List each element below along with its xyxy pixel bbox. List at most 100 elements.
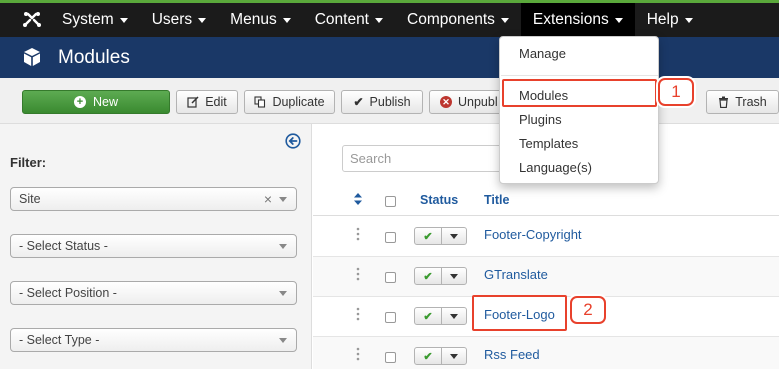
extensions-dropdown-menu: Manage Modules Plugins Templates Languag… — [499, 36, 659, 184]
row-checkbox[interactable] — [385, 352, 396, 363]
position-select-value: - Select Position - — [19, 286, 117, 300]
chevron-down-icon — [450, 273, 458, 279]
site-select-value: Site — [19, 192, 41, 206]
trash-icon — [719, 96, 729, 108]
footer-logo-highlight-box — [472, 295, 567, 331]
type-select[interactable]: - Select Type - — [10, 328, 297, 352]
row-checkbox[interactable] — [385, 272, 396, 283]
status-dropdown[interactable] — [442, 348, 466, 364]
menu-item-languages[interactable]: Language(s) — [519, 160, 592, 175]
site-select[interactable]: Site × — [10, 187, 297, 211]
x-circle-icon: ✕ — [440, 96, 452, 108]
unpublish-button[interactable]: ✕ Unpubl — [429, 90, 503, 114]
drag-handle-icon[interactable] — [356, 347, 360, 361]
column-title[interactable]: Title — [484, 193, 509, 207]
status-dropdown[interactable] — [442, 308, 466, 324]
chevron-down-icon — [119, 17, 128, 23]
row-checkbox[interactable] — [385, 312, 396, 323]
trash-button-label: Trash — [735, 95, 767, 109]
published-check-icon[interactable]: ✔ — [415, 308, 442, 324]
callout-badge-2: 2 — [570, 296, 606, 324]
menu-item-plugins[interactable]: Plugins — [519, 112, 562, 127]
menu-item-manage[interactable]: Manage — [519, 46, 566, 61]
page-title: Modules — [58, 47, 130, 68]
menu-item-templates[interactable]: Templates — [519, 136, 578, 151]
chevron-down-icon — [279, 197, 287, 202]
top-navbar: System Users Menus Content Components Ex… — [0, 0, 779, 37]
publish-button[interactable]: ✔ Publish — [341, 90, 423, 114]
status-toggle[interactable]: ✔ — [414, 307, 467, 325]
nav-system[interactable]: System — [50, 3, 140, 37]
edit-icon — [187, 96, 199, 108]
status-dropdown[interactable] — [442, 268, 466, 284]
joomla-logo-icon[interactable] — [22, 10, 42, 30]
edit-button-label: Edit — [205, 95, 227, 109]
check-icon: ✔ — [353, 95, 364, 109]
chevron-down-icon — [450, 233, 458, 239]
published-check-icon[interactable]: ✔ — [415, 228, 442, 244]
nav-components[interactable]: Components — [395, 3, 521, 37]
copy-icon — [254, 96, 266, 108]
unpublish-button-label: Unpubl — [458, 95, 498, 109]
duplicate-button[interactable]: Duplicate — [244, 90, 335, 114]
nav-components-label: Components — [407, 11, 495, 28]
filter-sidebar: Filter: Site × - Select Status - - Selec… — [0, 124, 312, 369]
chevron-down-icon — [198, 17, 207, 23]
status-select[interactable]: - Select Status - — [10, 234, 297, 258]
nav-extensions-label: Extensions — [532, 11, 609, 28]
nav-users[interactable]: Users — [140, 3, 218, 37]
row-checkbox[interactable] — [385, 232, 396, 243]
column-status[interactable]: Status — [420, 193, 458, 207]
chevron-down-icon — [684, 17, 693, 23]
trash-button[interactable]: Trash — [706, 90, 779, 114]
status-dropdown[interactable] — [442, 228, 466, 244]
page-header: Modules — [0, 37, 779, 78]
status-toggle[interactable]: ✔ — [414, 227, 467, 245]
published-check-icon[interactable]: ✔ — [415, 268, 442, 284]
clear-icon[interactable]: × — [264, 191, 272, 207]
status-toggle[interactable]: ✔ — [414, 347, 467, 365]
drag-handle-icon[interactable] — [356, 267, 360, 281]
filter-label: Filter: — [10, 155, 47, 170]
search-input[interactable]: Search — [342, 145, 512, 172]
chevron-down-icon — [614, 17, 623, 23]
nav-menus[interactable]: Menus — [218, 3, 303, 37]
chevron-down-icon — [279, 291, 287, 296]
drag-handle-icon[interactable] — [356, 227, 360, 241]
status-toggle[interactable]: ✔ — [414, 267, 467, 285]
chevron-down-icon — [450, 313, 458, 319]
publish-button-label: Publish — [369, 95, 411, 109]
status-select-value: - Select Status - — [19, 239, 108, 253]
chevron-down-icon — [500, 17, 509, 23]
nav-content[interactable]: Content — [303, 3, 395, 37]
sort-icon[interactable] — [353, 192, 363, 206]
table-header: Status Title — [313, 184, 779, 216]
edit-button[interactable]: Edit — [176, 90, 238, 114]
arrow-left-circle-icon[interactable] — [285, 133, 301, 149]
chevron-down-icon — [450, 353, 458, 359]
nav-menus-label: Menus — [230, 11, 277, 28]
chevron-down-icon — [375, 17, 383, 23]
type-select-value: - Select Type - — [19, 333, 100, 347]
select-all-checkbox[interactable] — [385, 196, 396, 207]
search-placeholder: Search — [350, 151, 392, 166]
menu-divider — [501, 75, 658, 76]
table-row: ✔ Footer-Copyright — [313, 217, 779, 257]
nav-help-label: Help — [646, 11, 679, 28]
module-title-link[interactable]: GTranslate — [484, 267, 548, 282]
nav-extensions[interactable]: Extensions — [520, 3, 635, 37]
nav-help[interactable]: Help — [635, 3, 705, 37]
nav-users-label: Users — [151, 11, 193, 28]
published-check-icon[interactable]: ✔ — [415, 348, 442, 364]
new-button-label: New — [92, 95, 118, 109]
chevron-down-icon — [279, 338, 287, 343]
table-row: ✔ GTranslate — [313, 257, 779, 297]
module-title-link[interactable]: Rss Feed — [484, 347, 540, 362]
drag-handle-icon[interactable] — [356, 307, 360, 321]
module-title-link[interactable]: Footer-Copyright — [484, 227, 582, 242]
position-select[interactable]: - Select Position - — [10, 281, 297, 305]
new-button[interactable]: + New — [22, 90, 170, 114]
nav-system-label: System — [62, 11, 114, 28]
table-row: ✔ Rss Feed — [313, 337, 779, 369]
chevron-down-icon — [279, 244, 287, 249]
